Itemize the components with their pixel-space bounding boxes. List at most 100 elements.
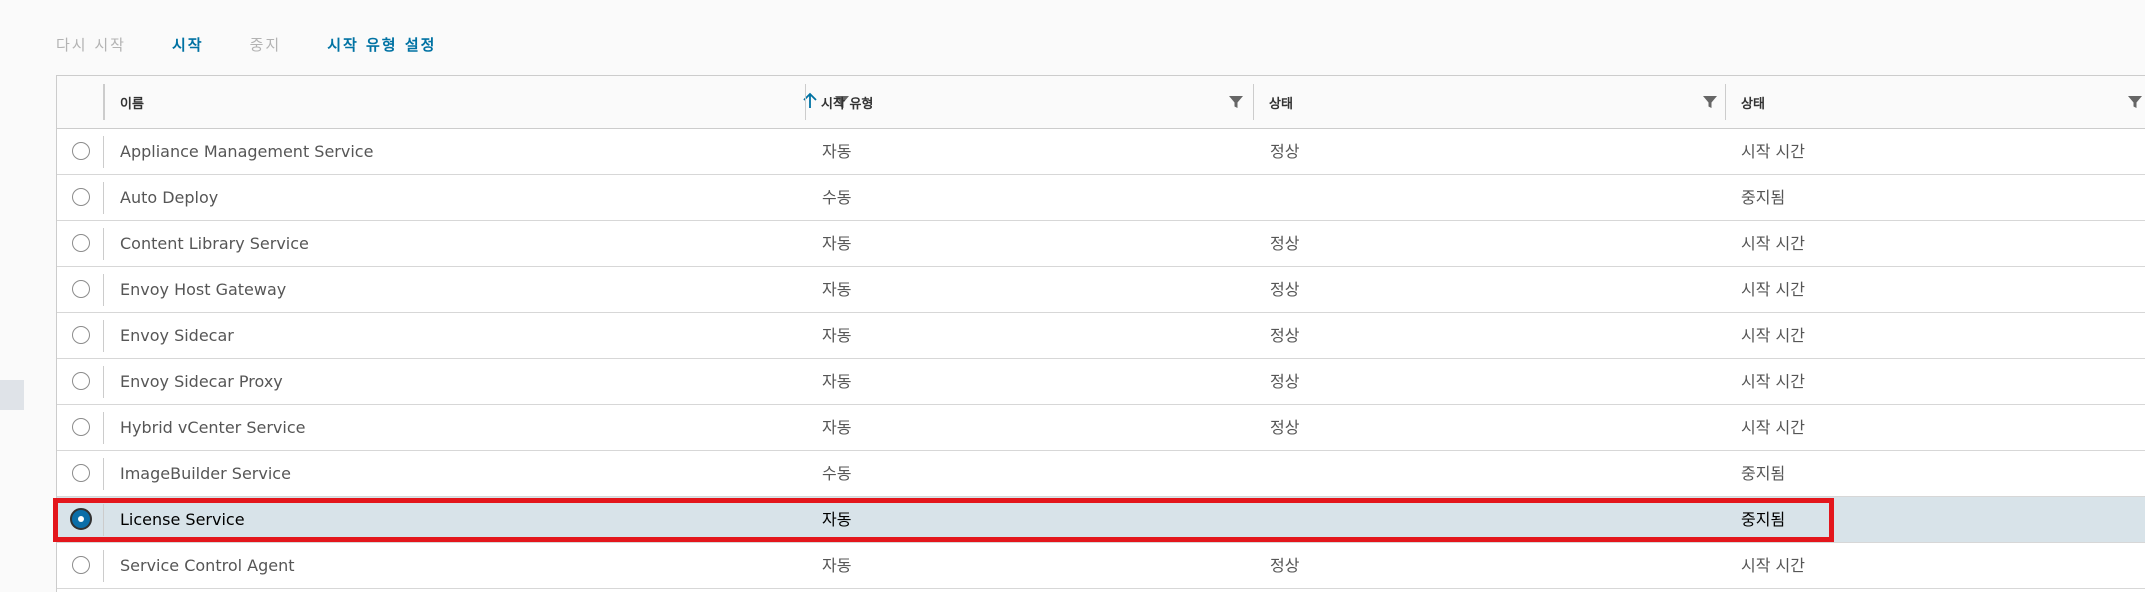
table-row[interactable]: Auto Deploy 수동 중지됨 — [57, 175, 2145, 221]
column-header-startup-type[interactable]: 시작 유형 — [805, 76, 1253, 128]
startup-type: 자동 — [822, 418, 852, 437]
row-radio-checked[interactable] — [70, 508, 92, 530]
service-name: License Service — [120, 510, 245, 529]
column-label: 이름 — [120, 96, 144, 112]
sidebar-active-indicator — [0, 380, 24, 410]
column-label: 상태 — [1741, 96, 1765, 112]
table-row-selected[interactable]: License Service 자동 중지됨 — [57, 497, 2145, 543]
services-datagrid: 이름 시작 유형 상태 상태 Appliance Management Serv… — [56, 75, 2145, 592]
filter-icon[interactable] — [2127, 94, 2143, 110]
row-select-cell — [57, 267, 104, 312]
service-name: Content Library Service — [120, 234, 309, 253]
row-radio[interactable] — [72, 280, 90, 298]
datagrid-header: 이름 시작 유형 상태 상태 — [57, 76, 2145, 129]
service-state: 시작 시간 — [1741, 326, 1805, 345]
startup-type: 수동 — [822, 464, 852, 483]
row-radio[interactable] — [72, 418, 90, 436]
startup-type: 자동 — [822, 234, 852, 253]
row-select-cell — [57, 359, 104, 404]
startup-type: 자동 — [822, 372, 852, 391]
service-state: 시작 시간 — [1741, 418, 1805, 437]
health-status: 정상 — [1270, 418, 1300, 437]
table-row[interactable]: Content Library Service 자동 정상 시작 시간 — [57, 221, 2145, 267]
column-separator — [103, 182, 104, 214]
service-name: Auto Deploy — [120, 188, 219, 207]
service-name: Envoy Host Gateway — [120, 280, 287, 299]
row-select-cell — [57, 405, 104, 450]
health-status: 정상 — [1270, 556, 1300, 575]
service-state: 시작 시간 — [1741, 234, 1805, 253]
table-row[interactable]: Hybrid vCenter Service 자동 정상 시작 시간 — [57, 405, 2145, 451]
startup-type: 자동 — [822, 142, 852, 161]
row-radio[interactable] — [72, 326, 90, 344]
row-select-cell — [57, 497, 104, 542]
column-separator — [1725, 84, 1726, 120]
stop-button[interactable]: 중지 — [250, 34, 282, 55]
table-row[interactable]: Envoy Sidecar 자동 정상 시작 시간 — [57, 313, 2145, 359]
column-separator — [104, 84, 105, 120]
service-state: 시작 시간 — [1741, 372, 1805, 391]
column-header-name[interactable]: 이름 — [104, 76, 849, 128]
service-name: ImageBuilder Service — [120, 464, 291, 483]
column-label: 시작 유형 — [821, 96, 874, 112]
datagrid-body: Appliance Management Service 자동 정상 시작 시간… — [57, 129, 2145, 589]
table-row[interactable]: Envoy Sidecar Proxy 자동 정상 시작 시간 — [57, 359, 2145, 405]
filter-icon[interactable] — [1228, 94, 1244, 110]
row-radio[interactable] — [72, 188, 90, 206]
row-radio[interactable] — [72, 234, 90, 252]
health-status: 정상 — [1270, 326, 1300, 345]
service-state: 시작 시간 — [1741, 556, 1805, 575]
column-separator — [103, 366, 104, 398]
column-header-health[interactable]: 상태 — [1253, 76, 1725, 128]
service-state: 중지됨 — [1741, 510, 1786, 529]
filter-icon[interactable] — [1702, 94, 1718, 110]
set-startup-type-button[interactable]: 시작 유형 설정 — [327, 34, 436, 55]
column-separator — [103, 84, 104, 120]
column-separator — [103, 274, 104, 306]
row-radio[interactable] — [72, 372, 90, 390]
column-separator — [805, 84, 806, 120]
table-row[interactable]: ImageBuilder Service 수동 중지됨 — [57, 451, 2145, 497]
startup-type: 자동 — [822, 326, 852, 345]
column-separator — [103, 136, 104, 168]
service-state: 중지됨 — [1741, 188, 1786, 207]
table-row[interactable]: Appliance Management Service 자동 정상 시작 시간 — [57, 129, 2145, 175]
service-name: Service Control Agent — [120, 556, 295, 575]
start-button[interactable]: 시작 — [172, 34, 204, 55]
row-radio[interactable] — [72, 556, 90, 574]
table-row[interactable]: Service Control Agent 자동 정상 시작 시간 — [57, 543, 2145, 589]
column-separator — [1253, 84, 1254, 120]
column-header-select — [57, 76, 104, 128]
health-status: 정상 — [1270, 372, 1300, 391]
column-separator — [103, 412, 104, 444]
row-select-cell — [57, 221, 104, 266]
health-status: 정상 — [1270, 234, 1300, 253]
table-row[interactable]: Envoy Host Gateway 자동 정상 시작 시간 — [57, 267, 2145, 313]
service-name: Appliance Management Service — [120, 142, 374, 161]
row-radio[interactable] — [72, 142, 90, 160]
column-separator — [103, 228, 104, 260]
row-select-cell — [57, 451, 104, 496]
service-name: Envoy Sidecar Proxy — [120, 372, 283, 391]
startup-type: 자동 — [822, 280, 852, 299]
row-radio[interactable] — [72, 464, 90, 482]
restart-button[interactable]: 다시 시작 — [56, 34, 126, 55]
service-state: 중지됨 — [1741, 464, 1786, 483]
column-label: 상태 — [1269, 96, 1293, 112]
service-name: Envoy Sidecar — [120, 326, 234, 345]
column-separator — [103, 504, 104, 536]
startup-type: 수동 — [822, 188, 852, 207]
startup-type: 자동 — [822, 556, 852, 575]
row-select-cell — [57, 313, 104, 358]
service-state: 시작 시간 — [1741, 280, 1805, 299]
row-select-cell — [57, 175, 104, 220]
health-status: 정상 — [1270, 142, 1300, 161]
service-name: Hybrid vCenter Service — [120, 418, 306, 437]
column-separator — [103, 458, 104, 490]
service-state: 시작 시간 — [1741, 142, 1805, 161]
column-separator — [103, 550, 104, 582]
column-header-state[interactable]: 상태 — [1725, 76, 2145, 128]
action-toolbar: 다시 시작 시작 중지 시작 유형 설정 — [56, 34, 482, 54]
row-select-cell — [57, 543, 104, 588]
row-select-cell — [57, 129, 104, 174]
